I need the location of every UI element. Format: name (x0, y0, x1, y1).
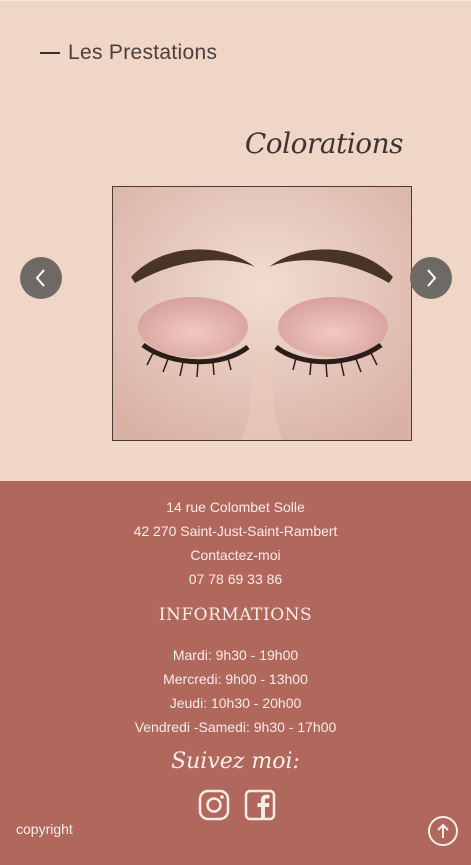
services-section: Les Prestations l Colorations (0, 0, 471, 481)
site-footer: 14 rue Colombet Solle 42 270 Saint-Just-… (0, 481, 471, 865)
title-dash (40, 52, 60, 54)
instagram-icon[interactable] (198, 789, 230, 821)
carousel-prev-button[interactable] (20, 257, 62, 299)
chevron-left-icon (35, 269, 45, 287)
slide-image (112, 186, 412, 441)
hours-wednesday: Mercredi: 9h00 - 13h00 (163, 671, 308, 687)
phone-number[interactable]: 07 78 69 33 86 (0, 571, 471, 587)
hours-tuesday: Mardi: 9h30 - 19h00 (172, 647, 299, 663)
hours-thursday: Jeudi: 10h30 - 20h00 (169, 695, 302, 711)
contact-link[interactable]: Contactez-moi (0, 547, 471, 563)
address-line-1: 14 rue Colombet Solle (166, 499, 305, 515)
eyes-illustration (113, 187, 411, 440)
info-title: INFORMATIONS (158, 605, 313, 625)
slide-caption: Colorations (244, 127, 404, 160)
facebook-icon[interactable] (244, 789, 276, 821)
section-title-text: Les Prestations (68, 41, 218, 64)
follow-label: Suivez moi: (171, 749, 300, 774)
section-title: Les Prestations (40, 41, 217, 65)
arrow-up-icon (437, 823, 449, 838)
scroll-to-top-button[interactable] (428, 816, 458, 846)
hours-friday-saturday: Vendredi -Samedi: 9h30 - 17h00 (134, 719, 337, 735)
copyright-text: copyright (16, 821, 73, 837)
chevron-right-icon (427, 269, 437, 287)
address-line-2: 42 270 Saint-Just-Saint-Rambert (133, 523, 338, 539)
carousel-next-button[interactable] (410, 257, 452, 299)
